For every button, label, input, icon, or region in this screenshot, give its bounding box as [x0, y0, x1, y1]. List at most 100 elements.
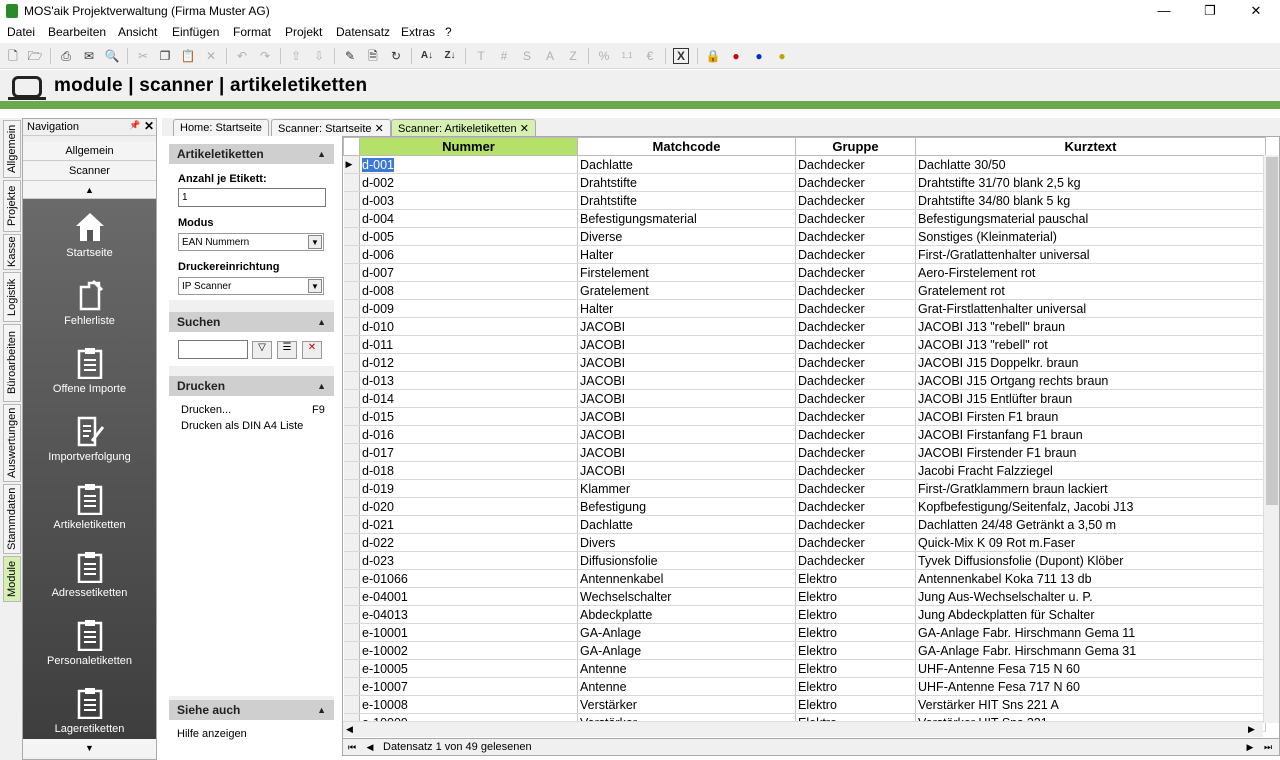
row-indicator[interactable]	[343, 209, 360, 228]
row-indicator[interactable]	[343, 533, 360, 552]
row-indicator[interactable]	[343, 587, 360, 606]
cell-gruppe[interactable]: Elektro	[795, 605, 916, 624]
search-input[interactable]	[178, 340, 248, 359]
cell-matchcode[interactable]: JACOBI	[577, 353, 796, 372]
hilfe-link[interactable]: Hilfe anzeigen	[177, 728, 247, 740]
cell-kurztext[interactable]: GA-Anlage Fabr. Hirschmann Gema 11	[915, 623, 1266, 642]
row-indicator[interactable]	[343, 353, 360, 372]
cell-kurztext[interactable]: Drahtstifte 31/70 blank 2,5 kg	[915, 173, 1266, 192]
user-blue-icon[interactable]: ●	[750, 47, 768, 65]
cell-gruppe[interactable]: Dachdecker	[795, 245, 916, 264]
table-row[interactable]: d-005 Diverse Dachdecker Sonstiges (Kleinma…	[343, 227, 1266, 246]
cell-kurztext[interactable]: Jung Aus-Wechselschalter u. P.	[915, 587, 1266, 606]
close-window-button[interactable]: ✕	[1233, 0, 1279, 22]
cell-nummer[interactable]: d-012	[359, 353, 578, 372]
cell-nummer[interactable]: d-005	[359, 227, 578, 246]
cell-gruppe[interactable]: Dachdecker	[795, 263, 916, 282]
undo-icon[interactable]: ↶	[233, 47, 251, 65]
cell-kurztext[interactable]: Grat-Firstlattenhalter universal	[915, 299, 1266, 318]
table-row[interactable]: e-10001 GA-Anlage Elektro GA-Anlage Fabr. H…	[343, 623, 1266, 642]
collapse-icon[interactable]: ▲	[317, 700, 326, 720]
row-indicator[interactable]	[343, 173, 360, 192]
menu-ansicht[interactable]: Ansicht	[118, 25, 157, 39]
cell-matchcode[interactable]: Divers	[577, 533, 796, 552]
vtab-stammdaten[interactable]: Stammdaten	[3, 484, 21, 554]
close-nav-icon[interactable]: ✕	[144, 119, 154, 133]
table-row[interactable]: e-01066 Antennenkabel Elektro Antennenkabel…	[343, 569, 1266, 588]
cell-gruppe[interactable]: Dachdecker	[795, 209, 916, 228]
row-indicator[interactable]	[343, 425, 360, 444]
cell-kurztext[interactable]: JACOBI J13 "rebell" braun	[915, 317, 1266, 336]
table-row[interactable]: d-023 Diffusionsfolie Dachdecker Tyvek Diff…	[343, 551, 1266, 570]
modus-select[interactable]: EAN Nummern ▼	[178, 233, 324, 251]
row-indicator[interactable]	[343, 695, 360, 714]
section-siehe-auch[interactable]: Siehe auch ▲	[169, 700, 334, 720]
cell-kurztext[interactable]: JACOBI Firsten F1 braun	[915, 407, 1266, 426]
cell-gruppe[interactable]: Dachdecker	[795, 497, 916, 516]
cell-nummer[interactable]: e-10002	[359, 641, 578, 660]
cell-matchcode[interactable]: Antenne	[577, 677, 796, 696]
section-drucken[interactable]: Drucken ▲	[169, 376, 334, 396]
excel-icon[interactable]: X	[673, 48, 689, 64]
cell-kurztext[interactable]: Sonstiges (Kleinmaterial)	[915, 227, 1266, 246]
table-row[interactable]: e-04001 Wechselschalter Elektro Jung Aus-We…	[343, 587, 1266, 606]
lock-yellow-icon[interactable]: 🔒	[704, 47, 722, 65]
sort-asc-icon[interactable]: A↓	[418, 47, 436, 65]
drucken-link[interactable]: Drucken...	[181, 404, 231, 416]
nav-scroll-up-icon[interactable]: ▲	[23, 181, 156, 199]
currency-icon[interactable]: €	[641, 47, 659, 65]
cell-gruppe[interactable]: Elektro	[795, 659, 916, 678]
last-record-icon[interactable]: ⏭	[1261, 740, 1275, 754]
cell-nummer[interactable]: d-013	[359, 371, 578, 390]
chevron-down-icon[interactable]: ▼	[308, 235, 322, 249]
cell-nummer[interactable]: e-04013	[359, 605, 578, 624]
cell-matchcode[interactable]: Abdeckplatte	[577, 605, 796, 624]
table-row[interactable]: d-007 Firstelement Dachdecker Aero-Firstele…	[343, 263, 1266, 282]
cell-gruppe[interactable]: Elektro	[795, 677, 916, 696]
row-indicator[interactable]	[343, 191, 360, 210]
menu-datei[interactable]: Datei	[7, 25, 35, 39]
sort-desc-icon[interactable]: Z↓	[441, 47, 459, 65]
cell-nummer[interactable]: d-004	[359, 209, 578, 228]
cell-gruppe[interactable]: Dachdecker	[795, 371, 916, 390]
row-indicator[interactable]	[343, 299, 360, 318]
cell-kurztext[interactable]: Antennenkabel Koka 711 13 db	[915, 569, 1266, 588]
section-suchen[interactable]: Suchen ▲	[169, 312, 334, 332]
table-row[interactable]: e-04013 Abdeckplatte Elektro Jung Abdeckpla…	[343, 605, 1266, 624]
cell-matchcode[interactable]: JACOBI	[577, 389, 796, 408]
cell-kurztext[interactable]: JACOBI Firstender F1 braun	[915, 443, 1266, 462]
tab-scanner-artikeletiketten[interactable]: Scanner: Artikeletiketten ✕	[391, 119, 536, 136]
cell-matchcode[interactable]: JACOBI	[577, 461, 796, 480]
cell-nummer[interactable]: d-022	[359, 533, 578, 552]
cell-matchcode[interactable]: JACOBI	[577, 317, 796, 336]
nav-item-importverfolgung[interactable]: Importverfolgung	[23, 405, 156, 473]
nav-scroll-down-icon[interactable]: ▼	[23, 739, 156, 757]
cut-icon[interactable]: ✂	[134, 47, 152, 65]
tab-scanner-startseite[interactable]: Scanner: Startseite ✕	[271, 119, 391, 136]
anzahl-input[interactable]: 1	[178, 188, 326, 207]
table-row[interactable]: d-016 JACOBI Dachdecker JACOBI Firstanfang …	[343, 425, 1266, 444]
cell-nummer[interactable]: d-003	[359, 191, 578, 210]
cell-matchcode[interactable]: JACOBI	[577, 371, 796, 390]
menu-format[interactable]: Format	[233, 25, 271, 39]
cell-matchcode[interactable]: Firstelement	[577, 263, 796, 282]
text-z-icon[interactable]: Z	[564, 47, 582, 65]
cell-gruppe[interactable]: Dachdecker	[795, 335, 916, 354]
row-indicator[interactable]	[343, 263, 360, 282]
vertical-scrollbar[interactable]	[1263, 155, 1279, 723]
nav-item-lageretiketten[interactable]: Lageretiketten	[23, 677, 156, 745]
cell-kurztext[interactable]: UHF-Antenne Fesa 715 N 60	[915, 659, 1266, 678]
cell-nummer[interactable]: e-10007	[359, 677, 578, 696]
col-header-gruppe[interactable]: Gruppe	[795, 137, 916, 156]
row-indicator[interactable]	[343, 371, 360, 390]
row-indicator[interactable]	[343, 461, 360, 480]
scroll-left-icon[interactable]: ◀	[346, 724, 353, 735]
paste-icon[interactable]: 📋	[179, 47, 197, 65]
table-row[interactable]: d-020 Befestigung Dachdecker Kopfbefestigun…	[343, 497, 1266, 516]
table-row[interactable]: e-10007 Antenne Elektro UHF-Antenne Fesa 71…	[343, 677, 1266, 696]
cell-nummer[interactable]: d-011	[359, 335, 578, 354]
table-row[interactable]: e-10005 Antenne Elektro UHF-Antenne Fesa 71…	[343, 659, 1266, 678]
table-row[interactable]: d-015 JACOBI Dachdecker JACOBI Firsten F1 b…	[343, 407, 1266, 426]
cell-nummer[interactable]: d-021	[359, 515, 578, 534]
collapse-icon[interactable]: ▲	[317, 144, 326, 164]
